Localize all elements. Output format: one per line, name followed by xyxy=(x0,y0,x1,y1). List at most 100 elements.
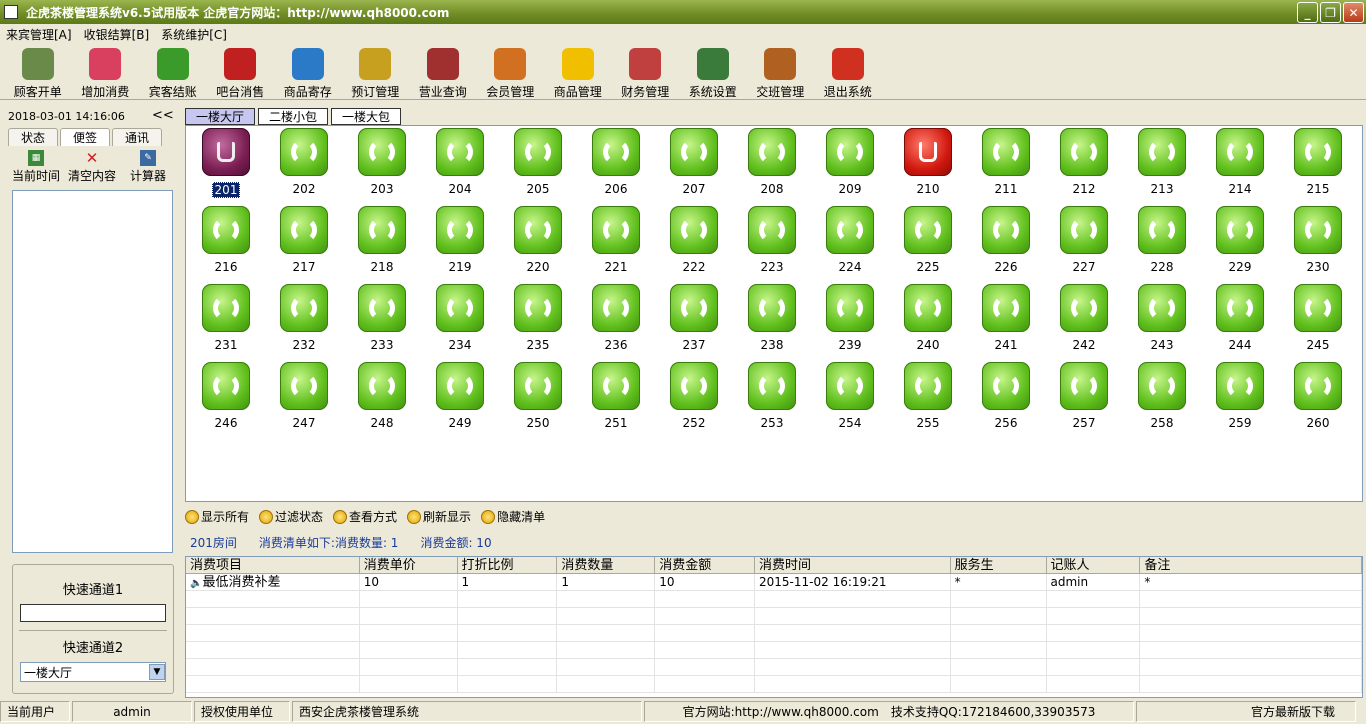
menu-system[interactable]: 系统维护[C] xyxy=(161,26,227,43)
download-latest-link[interactable]: 官方最新版下载 xyxy=(1136,701,1356,722)
toolbar-button-6[interactable]: 营业查询 xyxy=(409,44,477,100)
table-row[interactable] xyxy=(186,608,1362,625)
room-tile[interactable]: 260 xyxy=(1288,362,1348,434)
room-tile[interactable]: 234 xyxy=(430,284,490,356)
room-tile[interactable]: 258 xyxy=(1132,362,1192,434)
close-button[interactable]: ✕ xyxy=(1343,2,1364,23)
room-tile[interactable]: 223 xyxy=(742,206,802,278)
column-header[interactable]: 服务生 xyxy=(951,557,1047,573)
room-tile[interactable]: 217 xyxy=(274,206,334,278)
room-tile[interactable]: 220 xyxy=(508,206,568,278)
room-tile[interactable]: 232 xyxy=(274,284,334,356)
room-tile[interactable]: 215 xyxy=(1288,128,1348,200)
room-tile[interactable]: 249 xyxy=(430,362,490,434)
room-tile[interactable]: 245 xyxy=(1288,284,1348,356)
toolbar-button-4[interactable]: 商品寄存 xyxy=(274,44,342,100)
room-tile[interactable]: 259 xyxy=(1210,362,1270,434)
room-tile[interactable]: 233 xyxy=(352,284,412,356)
clear-content-button[interactable]: ✕ 清空内容 xyxy=(66,149,118,184)
room-tile[interactable]: 210 xyxy=(898,128,958,200)
room-tile[interactable]: 242 xyxy=(1054,284,1114,356)
view-mode-button[interactable]: 查看方式 xyxy=(333,508,397,525)
room-tile[interactable]: 236 xyxy=(586,284,646,356)
note-textarea[interactable] xyxy=(12,190,173,553)
quick2-select[interactable]: 一楼大厅 ▼ xyxy=(20,662,166,682)
tab-floor1-hall[interactable]: 一楼大厅 xyxy=(185,108,256,125)
maximize-button[interactable]: ❐ xyxy=(1320,2,1341,23)
room-tile[interactable]: 218 xyxy=(352,206,412,278)
room-tile[interactable]: 254 xyxy=(820,362,880,434)
room-tile[interactable]: 257 xyxy=(1054,362,1114,434)
filter-status-button[interactable]: 过滤状态 xyxy=(259,508,323,525)
table-row[interactable] xyxy=(186,591,1362,608)
room-tile[interactable]: 250 xyxy=(508,362,568,434)
toolbar-button-3[interactable]: 吧台消售 xyxy=(207,44,275,100)
tab-floor2-small[interactable]: 二楼小包 xyxy=(258,108,329,125)
room-tile[interactable]: 213 xyxy=(1132,128,1192,200)
current-time-button[interactable]: ▦ 当前时间 xyxy=(10,150,62,184)
tab-floor1-large[interactable]: 一楼大包 xyxy=(331,108,402,125)
room-tile[interactable]: 207 xyxy=(664,128,724,200)
room-tile[interactable]: 230 xyxy=(1288,206,1348,278)
menu-guest[interactable]: 来宾管理[A] xyxy=(6,26,72,43)
room-tile[interactable]: 211 xyxy=(976,128,1036,200)
room-tile[interactable]: 214 xyxy=(1210,128,1270,200)
table-row[interactable] xyxy=(186,642,1362,659)
toolbar-button-10[interactable]: 系统设置 xyxy=(679,44,747,100)
room-tile[interactable]: 244 xyxy=(1210,284,1270,356)
room-tile[interactable]: 256 xyxy=(976,362,1036,434)
toolbar-button-8[interactable]: 商品管理 xyxy=(544,44,612,100)
room-tile[interactable]: 203 xyxy=(352,128,412,200)
toolbar-button-2[interactable]: 宾客结账 xyxy=(139,44,207,100)
room-tile[interactable]: 222 xyxy=(664,206,724,278)
tab-contacts[interactable]: 通讯 xyxy=(112,128,162,146)
room-tile[interactable]: 240 xyxy=(898,284,958,356)
column-header[interactable]: 消费数量 xyxy=(557,557,656,573)
room-tile[interactable]: 235 xyxy=(508,284,568,356)
menu-checkout[interactable]: 收银结算[B] xyxy=(84,26,150,43)
table-row[interactable] xyxy=(186,659,1362,676)
room-tile[interactable]: 228 xyxy=(1132,206,1192,278)
room-tile[interactable]: 212 xyxy=(1054,128,1114,200)
room-tile[interactable]: 248 xyxy=(352,362,412,434)
room-tile[interactable]: 251 xyxy=(586,362,646,434)
toolbar-button-7[interactable]: 会员管理 xyxy=(477,44,545,100)
tab-notes[interactable]: 便签 xyxy=(60,128,110,146)
collapse-button[interactable]: << xyxy=(152,108,174,123)
room-tile[interactable]: 221 xyxy=(586,206,646,278)
official-website[interactable]: 官方网站:http://www.qh8000.com xyxy=(683,703,879,720)
room-tile[interactable]: 229 xyxy=(1210,206,1270,278)
room-tile[interactable]: 204 xyxy=(430,128,490,200)
room-tile[interactable]: 239 xyxy=(820,284,880,356)
room-tile[interactable]: 206 xyxy=(586,128,646,200)
room-tile[interactable]: 253 xyxy=(742,362,802,434)
room-tile[interactable]: 252 xyxy=(664,362,724,434)
room-tile[interactable]: 238 xyxy=(742,284,802,356)
show-all-button[interactable]: 显示所有 xyxy=(185,508,249,525)
column-header[interactable]: 记账人 xyxy=(1047,557,1141,573)
minimize-button[interactable]: _ xyxy=(1297,2,1318,23)
tab-status[interactable]: 状态 xyxy=(8,128,58,146)
room-tile[interactable]: 243 xyxy=(1132,284,1192,356)
room-tile[interactable]: 255 xyxy=(898,362,958,434)
toolbar-button-1[interactable]: 增加消费 xyxy=(72,44,140,100)
toolbar-button-5[interactable]: 预订管理 xyxy=(342,44,410,100)
table-row[interactable]: 🔈最低消费补差 10 1 1 10 2015-11-02 16:19:21 * admin * xyxy=(186,574,1362,591)
column-header[interactable]: 打折比例 xyxy=(458,557,558,573)
column-header[interactable]: 消费单价 xyxy=(360,557,458,573)
room-tile[interactable]: 208 xyxy=(742,128,802,200)
room-tile[interactable]: 237 xyxy=(664,284,724,356)
room-tile[interactable]: 219 xyxy=(430,206,490,278)
calculator-button[interactable]: ✎ 计算器 xyxy=(122,150,174,184)
room-tile[interactable]: 247 xyxy=(274,362,334,434)
room-tile[interactable]: 241 xyxy=(976,284,1036,356)
quick1-input[interactable] xyxy=(20,604,166,622)
room-tile[interactable]: 225 xyxy=(898,206,958,278)
room-tile[interactable]: 224 xyxy=(820,206,880,278)
room-tile[interactable]: 205 xyxy=(508,128,568,200)
column-header[interactable]: 消费项目 xyxy=(186,557,360,573)
column-header[interactable]: 消费金额 xyxy=(655,557,756,573)
toolbar-button-9[interactable]: 财务管理 xyxy=(612,44,680,100)
chevron-down-icon[interactable]: ▼ xyxy=(149,664,165,680)
column-header[interactable]: 备注 xyxy=(1140,557,1362,573)
